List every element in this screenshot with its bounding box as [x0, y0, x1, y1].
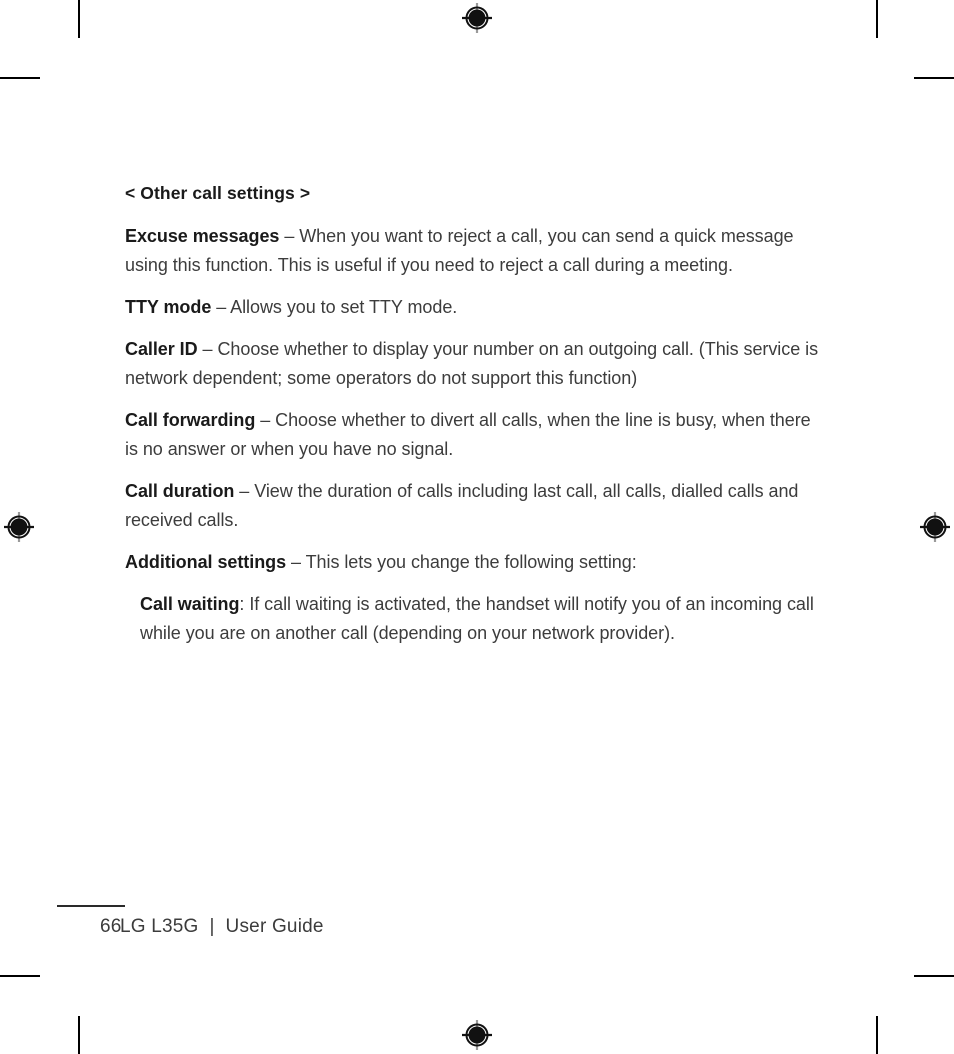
paragraph-body: – This lets you change the following set… [286, 552, 637, 572]
crop-mark-bottom-right-vertical [876, 1016, 878, 1054]
crop-mark-bottom-right-horizontal [914, 975, 954, 977]
page-number: 66 [100, 916, 122, 937]
paragraph-term: Additional settings [125, 552, 287, 572]
paragraph-additional-settings: Additional settings – This lets you chan… [125, 548, 825, 577]
paragraph-term: TTY mode [125, 297, 212, 317]
paragraph-call-waiting: Call waiting: If call waiting is activat… [140, 590, 820, 648]
registration-target-icon-right-middle [920, 512, 950, 542]
registration-target-icon-bottom-center [462, 1020, 492, 1050]
registration-target-icon-left-middle [4, 512, 34, 542]
registration-target-icon-top-center [462, 3, 492, 33]
page-footer: 66 LG L35G | User Guide [57, 905, 817, 938]
paragraph-tty-mode: TTY mode – Allows you to set TTY mode. [125, 293, 825, 322]
page-content: < Other call settings > Excuse messages … [125, 182, 825, 648]
paragraph-body: : If call waiting is activated, the hand… [140, 594, 814, 643]
paragraph-list: Excuse messages – When you want to rejec… [125, 222, 825, 648]
footer-rule [57, 905, 125, 907]
paragraph-term: Call forwarding [125, 410, 256, 430]
crop-mark-top-left-horizontal [0, 77, 40, 79]
crop-mark-bottom-left-vertical [78, 1016, 80, 1054]
footer-line: 66 LG L35G | User Guide [57, 916, 817, 938]
paragraph-term: Caller ID [125, 339, 198, 359]
footer-title: LG L35G | User Guide [120, 916, 324, 937]
paragraph-term: Excuse messages [125, 226, 280, 246]
paragraph-call-duration: Call duration – View the duration of cal… [125, 477, 825, 535]
paragraph-caller-id: Caller ID – Choose whether to display yo… [125, 335, 825, 393]
paragraph-term: Call waiting [140, 594, 240, 614]
paragraph-body: – Choose whether to display your number … [125, 339, 819, 388]
crop-mark-top-right-horizontal [914, 77, 954, 79]
paragraph-call-forwarding: Call forwarding – Choose whether to dive… [125, 406, 825, 464]
section-heading: < Other call settings > [125, 183, 311, 203]
crop-mark-bottom-left-horizontal [0, 975, 40, 977]
paragraph-body: – Allows you to set TTY mode. [211, 297, 458, 317]
crop-mark-top-left-vertical [78, 0, 80, 38]
document-page: < Other call settings > Excuse messages … [0, 0, 954, 1054]
paragraph-term: Call duration [125, 481, 235, 501]
paragraph-excuse-messages: Excuse messages – When you want to rejec… [125, 222, 825, 280]
crop-mark-top-right-vertical [876, 0, 878, 38]
